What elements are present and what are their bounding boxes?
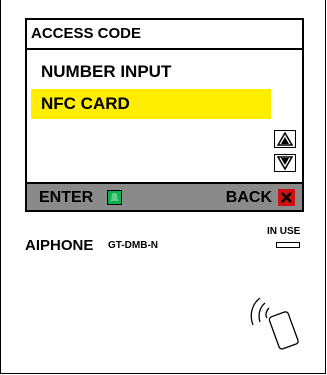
up-arrow-icon <box>276 131 294 146</box>
close-icon <box>281 192 292 203</box>
bell-icon <box>110 193 119 201</box>
model-number: GT-DMB-N <box>108 240 158 251</box>
back-icon[interactable] <box>278 189 295 206</box>
back-label[interactable]: BACK <box>226 188 272 208</box>
intercom-panel: ACCESS CODE NUMBER INPUT NFC CARD ENTER … <box>0 0 326 374</box>
in-use-label: IN USE <box>267 226 301 237</box>
menu-item-nfc-card[interactable]: NFC CARD <box>31 89 271 119</box>
screen-title: ACCESS CODE <box>27 20 302 50</box>
enter-label[interactable]: ENTER <box>39 188 93 208</box>
scroll-up-button[interactable] <box>274 130 296 148</box>
brand-logo: AIPHONE <box>25 237 94 254</box>
scroll-down-button[interactable] <box>274 154 296 172</box>
down-arrow-icon <box>276 156 294 171</box>
in-use-led <box>276 242 300 248</box>
menu-item-number-input[interactable]: NUMBER INPUT <box>31 57 271 87</box>
enter-icon[interactable] <box>107 190 122 205</box>
nfc-reader-icon <box>250 297 299 350</box>
footer-bar: ENTER BACK <box>27 182 302 210</box>
lcd-screen: ACCESS CODE NUMBER INPUT NFC CARD ENTER … <box>25 18 304 212</box>
